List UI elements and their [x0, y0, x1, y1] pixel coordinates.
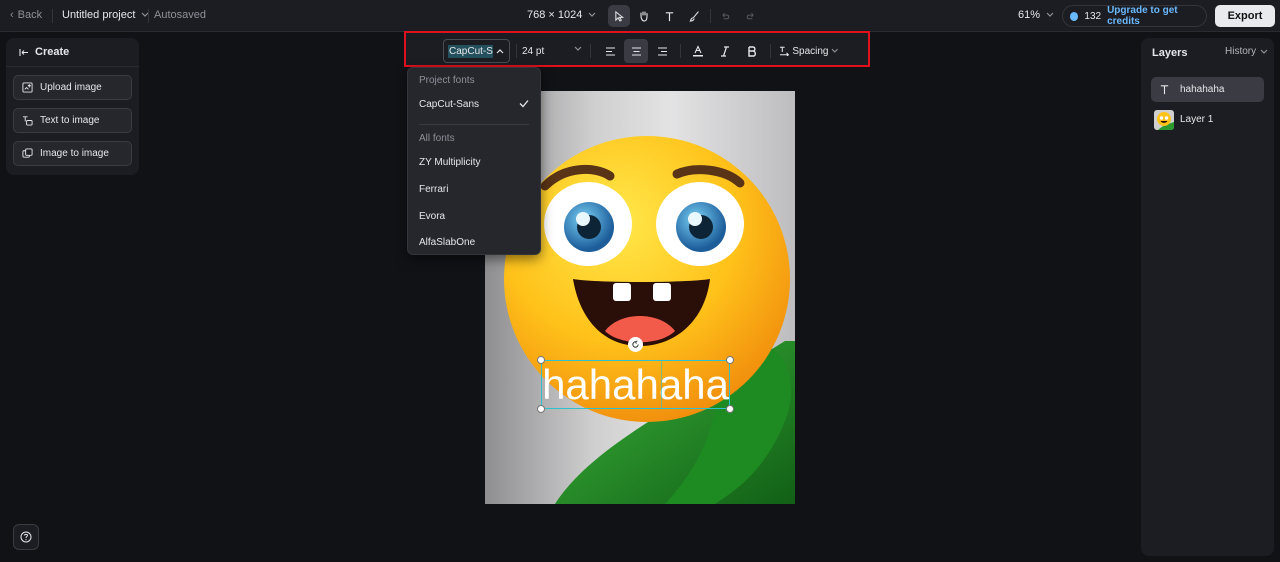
autosave-status: Autosaved	[154, 9, 206, 21]
font-option-alfaslabone[interactable]: AlfaSlabOne	[408, 232, 540, 252]
rotate-handle[interactable]	[628, 337, 643, 352]
history-dropdown[interactable]: History	[1225, 46, 1268, 57]
upload-image-icon	[22, 82, 33, 93]
divider	[419, 124, 529, 125]
align-center-button[interactable]	[624, 39, 648, 63]
divider	[6, 66, 139, 67]
align-right-icon	[657, 46, 667, 56]
canvas-text[interactable]: hahahaha	[542, 361, 729, 408]
bold-button[interactable]	[740, 39, 764, 63]
align-center-icon	[631, 46, 641, 56]
spacing-dropdown[interactable]: Spacing	[776, 39, 839, 63]
layers-panel: Layers History hahahaha Layer 1	[1141, 38, 1274, 556]
italic-icon	[721, 45, 729, 57]
create-panel: Create Upload image Text to image Image …	[6, 38, 139, 175]
back-button[interactable]: ‹ Back	[10, 9, 42, 21]
export-button[interactable]: Export	[1215, 5, 1275, 27]
credits-upgrade-button[interactable]: 132 Upgrade to get credits	[1062, 5, 1207, 27]
font-option-capcut-sans[interactable]: CapCut-Sans	[408, 94, 540, 114]
help-icon	[20, 531, 32, 543]
canvas-size-dropdown[interactable]: 768 × 1024	[527, 9, 596, 21]
project-name-dropdown[interactable]: Untitled project	[62, 9, 149, 21]
undo-icon	[721, 12, 729, 20]
select-tool-button[interactable]	[608, 5, 630, 27]
font-option-ferrari[interactable]: Ferrari	[408, 179, 540, 199]
zoom-dropdown[interactable]: 61%	[1018, 9, 1054, 21]
align-left-button[interactable]	[598, 39, 622, 63]
check-icon	[519, 100, 529, 108]
text-to-image-button[interactable]: Text to image	[13, 108, 132, 133]
divider	[516, 44, 517, 58]
rotate-icon	[632, 340, 639, 348]
brush-icon	[688, 10, 699, 22]
text-to-image-icon	[22, 116, 33, 126]
layer-item-image[interactable]: Layer 1	[1151, 107, 1264, 132]
hand-icon	[640, 11, 648, 22]
layer-thumbnail	[1154, 109, 1174, 130]
resize-handle-bottom-left[interactable]	[537, 405, 545, 413]
font-size-select[interactable]: 24 pt	[522, 39, 582, 63]
hand-tool-button[interactable]	[633, 5, 655, 27]
divider	[770, 44, 771, 58]
create-panel-header[interactable]: Create	[19, 46, 69, 58]
chevron-up-icon	[496, 49, 504, 54]
text-layer-selection[interactable]: hahahaha	[541, 360, 730, 409]
layer-item-text[interactable]: hahahaha	[1151, 77, 1264, 102]
brush-tool-button[interactable]	[683, 5, 705, 27]
redo-icon	[746, 12, 754, 20]
divider	[148, 9, 149, 23]
image-to-image-button[interactable]: Image to image	[13, 141, 132, 166]
credit-coin-icon	[1070, 11, 1079, 21]
text-format-toolbar: CapCut-Sans 24 pt Spacing	[404, 31, 870, 67]
bold-icon	[748, 45, 757, 57]
divider	[52, 9, 53, 23]
help-button[interactable]	[13, 524, 39, 550]
text-tool-button[interactable]	[658, 5, 680, 27]
resize-handle-top-left[interactable]	[537, 356, 545, 364]
resize-handle-bottom-right[interactable]	[726, 405, 734, 413]
collapse-left-icon	[19, 48, 28, 56]
chevron-down-icon	[1046, 12, 1054, 17]
italic-button[interactable]	[713, 39, 737, 63]
font-dropdown-menu: Project fonts CapCut-Sans All fonts ZY M…	[407, 67, 541, 255]
project-fonts-heading: Project fonts	[419, 75, 475, 86]
all-fonts-heading: All fonts	[419, 133, 455, 144]
divider	[680, 44, 681, 58]
resize-handle-top-right[interactable]	[726, 356, 734, 364]
upload-image-button[interactable]: Upload image	[13, 75, 132, 100]
font-family-select[interactable]: CapCut-Sans	[443, 39, 510, 63]
chevron-down-icon	[574, 46, 582, 51]
image-to-image-icon	[22, 148, 33, 158]
align-left-icon	[605, 46, 615, 56]
cursor-icon	[614, 10, 624, 22]
text-icon	[665, 11, 673, 21]
text-color-button[interactable]	[686, 39, 710, 63]
chevron-down-icon	[1260, 49, 1268, 54]
chevron-down-icon	[832, 48, 839, 53]
spacing-icon	[779, 46, 790, 56]
align-right-button[interactable]	[650, 39, 674, 63]
font-option-evora[interactable]: Evora	[408, 206, 540, 226]
top-bar: ‹ Back Untitled project Autosaved 768 × …	[0, 0, 1280, 32]
chevron-left-icon: ‹	[10, 9, 14, 21]
divider	[590, 44, 591, 58]
undo-button[interactable]	[714, 5, 736, 27]
font-option-zy-multiplicity[interactable]: ZY Multiplicity	[408, 152, 540, 172]
text-layer-icon	[1154, 80, 1174, 100]
divider	[710, 9, 711, 23]
redo-button[interactable]	[739, 5, 761, 27]
layers-title: Layers	[1152, 47, 1188, 59]
text-color-icon	[693, 45, 703, 57]
chevron-down-icon	[588, 12, 596, 17]
center-guide	[661, 361, 662, 408]
